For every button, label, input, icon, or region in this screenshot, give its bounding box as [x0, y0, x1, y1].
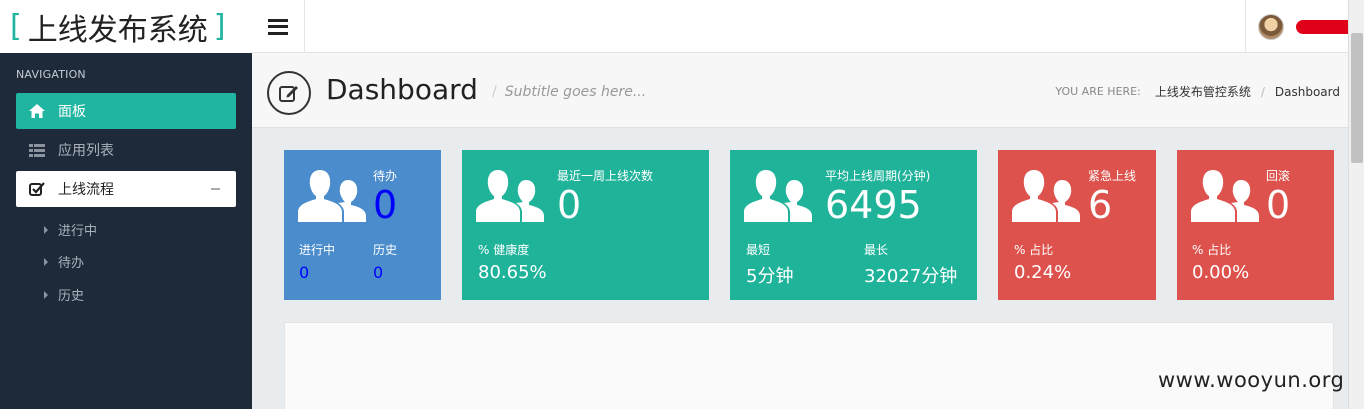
- sidebar-item-label: 面板: [58, 104, 86, 120]
- content-panel: [284, 322, 1334, 409]
- caret-right-icon: [44, 290, 48, 299]
- breadcrumb: YOU ARE HERE: 上线发布管控系统 / Dashboard: [1055, 83, 1340, 100]
- stat-box-avg-cycle[interactable]: 平均上线周期(分钟) 6495 最短 5分钟 最长 32027分钟: [730, 150, 977, 300]
- stat-sub-label: % 健康度: [478, 243, 530, 257]
- stat-sub-value: 0.24%: [1014, 262, 1072, 283]
- breadcrumb-label: YOU ARE HERE:: [1055, 85, 1141, 98]
- breadcrumb-item-dashboard: Dashboard: [1274, 84, 1340, 99]
- stat-sub-value[interactable]: 0: [373, 263, 383, 282]
- home-icon: [26, 104, 48, 118]
- stat-value: 6495: [825, 183, 922, 227]
- users-icon: [476, 170, 544, 222]
- user-menu[interactable]: redacted: [1245, 0, 1364, 53]
- stat-sub-label: 最长: [864, 243, 889, 257]
- avatar: [1258, 13, 1284, 40]
- stat-value: 0: [557, 183, 582, 227]
- sidebar-item-app-list[interactable]: 应用列表: [16, 132, 236, 168]
- stat-sub-label: 进行中: [299, 243, 336, 257]
- check-square-icon: [26, 181, 48, 197]
- nav-heading: NAVIGATION: [16, 68, 86, 81]
- top-bar: redacted: [252, 0, 1364, 53]
- collapse-icon[interactable]: [211, 188, 220, 190]
- stat-box-weekly-releases[interactable]: 最近一周上线次数 0 % 健康度 80.65%: [462, 150, 709, 300]
- sidebar-subitem-todo[interactable]: 待办: [44, 252, 84, 271]
- sidebar-toggle-button[interactable]: [252, 0, 305, 53]
- stat-box-todo[interactable]: 待办 0 进行中 0 历史 0: [284, 150, 441, 300]
- brand-logo[interactable]: [ 上线发布系统 ]: [0, 0, 252, 53]
- sidebar-subitem-history[interactable]: 历史: [44, 285, 84, 304]
- brand-title: 上线发布系统: [27, 12, 208, 48]
- stat-label: 回滚: [1266, 169, 1291, 183]
- sidebar-item-dashboard[interactable]: 面板: [16, 93, 236, 129]
- stat-sub-label: 历史: [373, 243, 398, 257]
- list-icon: [26, 143, 48, 157]
- stat-label: 最近一周上线次数: [557, 169, 654, 183]
- breadcrumb-separator: /: [1260, 84, 1265, 99]
- sidebar-item-label: 上线流程: [58, 182, 114, 198]
- stat-label: 待办: [373, 169, 398, 183]
- page-subtitle: / Subtitle goes here...: [492, 84, 647, 100]
- stat-box-rollback[interactable]: 回滚 0 % 占比 0.00%: [1177, 150, 1334, 300]
- users-icon: [298, 170, 366, 222]
- sidebar-subitem-in-progress[interactable]: 进行中: [44, 220, 97, 239]
- page-title: Dashboard: [326, 73, 478, 106]
- sidebar: NAVIGATION 面板 应用列表 上线流程 进行中 待办 历史: [0, 53, 252, 409]
- page-subtitle-text: Subtitle goes here...: [504, 84, 647, 100]
- stat-label: 平均上线周期(分钟): [825, 169, 931, 183]
- stat-value: 0: [373, 183, 398, 227]
- sidebar-subitem-label: 历史: [58, 289, 85, 304]
- users-icon: [744, 170, 812, 222]
- brand-bracket-close: ]: [213, 9, 226, 44]
- users-icon: [1012, 170, 1080, 222]
- sidebar-item-label: 应用列表: [58, 143, 114, 159]
- stat-box-urgent[interactable]: 紧急上线 6 % 占比 0.24%: [998, 150, 1156, 300]
- sidebar-subitem-label: 待办: [58, 256, 85, 271]
- stat-sub-label: % 占比: [1014, 243, 1054, 257]
- page-scrollbar[interactable]: [1348, 0, 1364, 409]
- breadcrumb-item-system[interactable]: 上线发布管控系统: [1155, 83, 1251, 100]
- brand-bracket-open: [: [10, 9, 22, 44]
- stat-sub-value: 5分钟: [746, 266, 794, 287]
- edit-icon: [267, 71, 311, 115]
- caret-right-icon: [44, 257, 48, 266]
- stat-sub-value: 32027分钟: [864, 266, 958, 287]
- watermark: www.wooyun.org: [1158, 368, 1345, 392]
- stat-label: 紧急上线: [1088, 169, 1137, 183]
- page-header: Dashboard / Subtitle goes here... YOU ARE…: [252, 53, 1348, 128]
- stat-value: 6: [1088, 183, 1113, 227]
- stat-sub-value[interactable]: 0: [299, 263, 309, 282]
- stat-sub-value: 80.65%: [478, 262, 547, 283]
- scrollbar-thumb[interactable]: [1351, 33, 1363, 163]
- stat-sub-label: 最短: [746, 243, 771, 257]
- caret-right-icon: [44, 225, 48, 234]
- users-icon: [1191, 170, 1259, 222]
- hamburger-icon: [268, 18, 288, 35]
- stat-value: 0: [1266, 183, 1291, 227]
- sidebar-subitem-label: 进行中: [58, 224, 98, 239]
- sidebar-item-release-flow[interactable]: 上线流程: [16, 171, 236, 207]
- stat-sub-label: % 占比: [1192, 243, 1232, 257]
- stat-sub-value: 0.00%: [1192, 262, 1250, 283]
